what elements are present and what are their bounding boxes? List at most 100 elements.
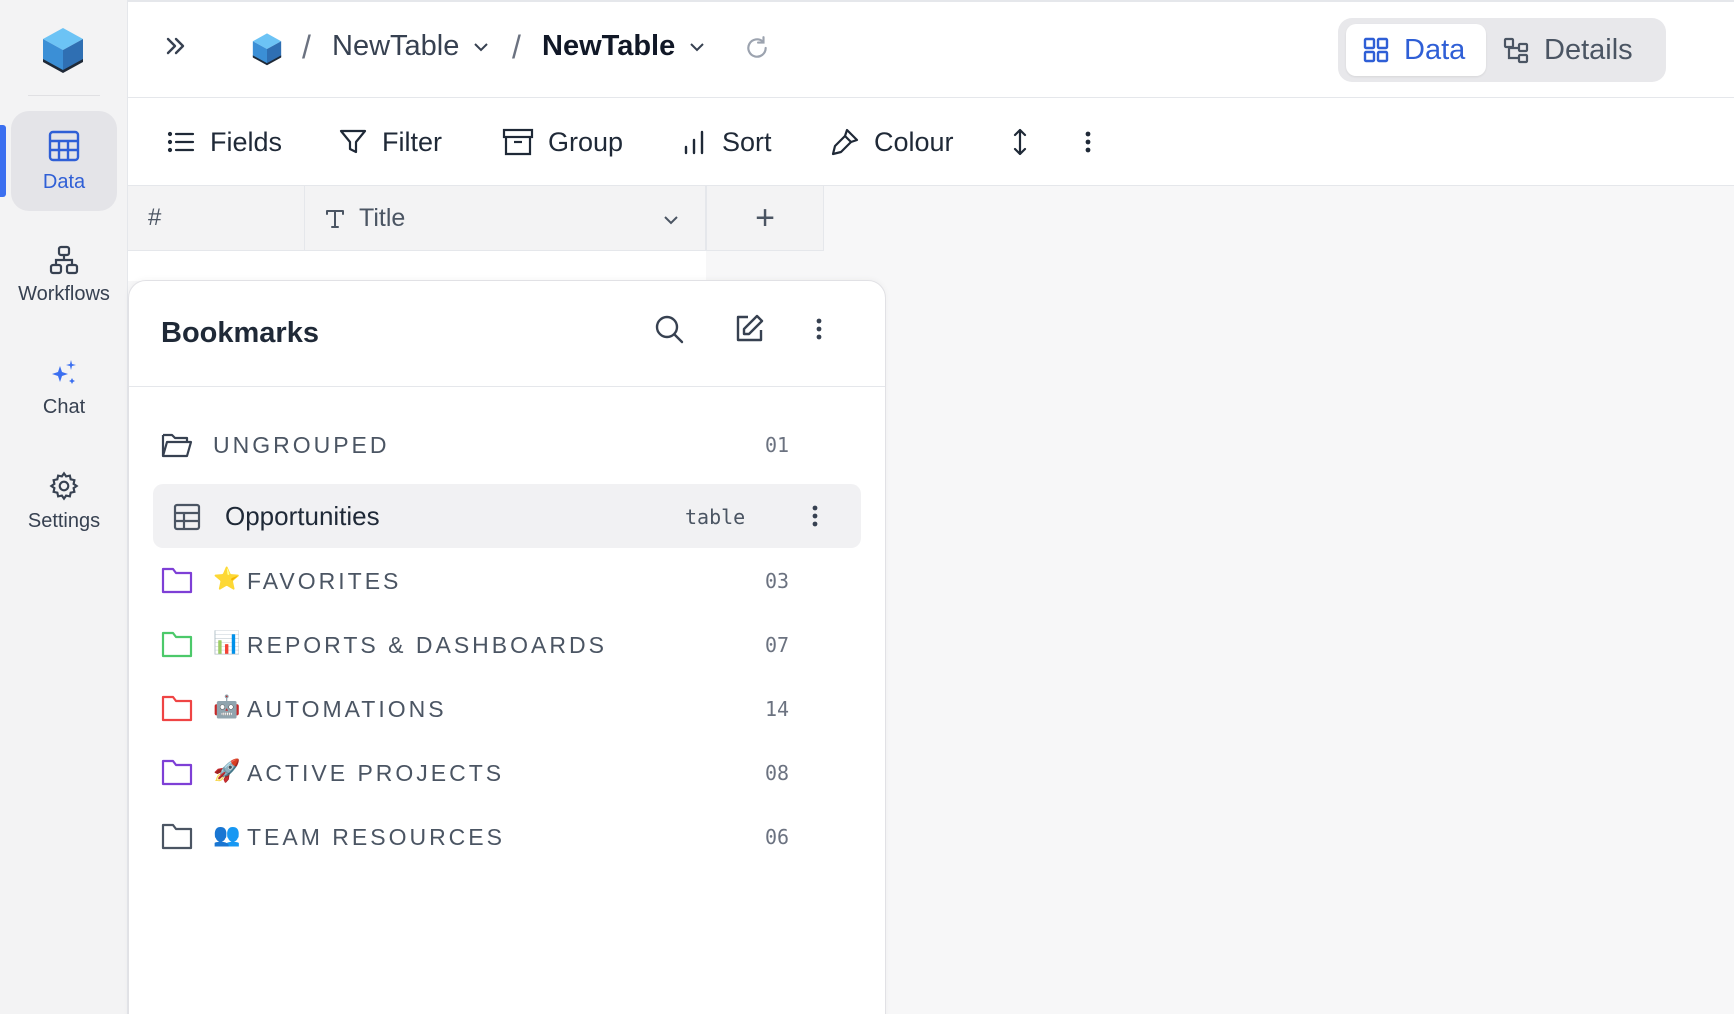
chevron-down-icon[interactable] — [661, 210, 681, 230]
group-label: Group — [548, 126, 624, 157]
folder-icon — [161, 823, 193, 850]
breadcrumb-label: NewTable — [542, 30, 676, 62]
bookmarks-panel: Bookmarks UNGROUPED 01 Opportunities tab… — [128, 280, 886, 1014]
breadcrumb-label: NewTable — [332, 30, 460, 62]
add-column-button[interactable]: + — [706, 186, 824, 251]
refresh-button[interactable] — [744, 35, 770, 61]
bookmark-group-count: 07 — [765, 633, 790, 657]
bookmark-group-name: REPORTS & DASHBOARDS — [247, 631, 607, 658]
archive-icon — [502, 128, 534, 156]
sidebar-item-label: Workflows — [18, 282, 110, 305]
details-view-button[interactable]: Details — [1490, 24, 1660, 76]
bookmark-group-count: 14 — [765, 697, 790, 721]
edit-icon — [736, 314, 764, 342]
bookmark-group-team-resources[interactable]: 👥 TEAM RESOURCES 06 — [151, 806, 859, 868]
workspace-logo-icon[interactable] — [250, 32, 284, 66]
data-view-button[interactable]: Data — [1346, 24, 1486, 76]
bookmark-group-name: TEAM RESOURCES — [247, 823, 505, 850]
breadcrumb-separator: / — [302, 29, 311, 65]
rocket-icon: 🚀 — [213, 758, 241, 783]
expand-sidebar-button[interactable] — [162, 32, 190, 60]
row-number-label: # — [148, 204, 162, 231]
people-icon: 👥 — [213, 822, 241, 847]
diagram-icon — [1503, 37, 1529, 64]
paint-brush-icon — [831, 128, 859, 156]
more-vertical-icon[interactable] — [809, 502, 821, 530]
logo-divider — [28, 95, 100, 96]
group-button[interactable]: Group — [502, 118, 623, 166]
sidebar-item-label: Data — [42, 170, 86, 193]
sidebar-item-settings[interactable]: Settings — [11, 451, 117, 551]
fields-label: Fields — [210, 126, 283, 157]
sort-button[interactable]: Sort — [682, 118, 772, 166]
app-logo[interactable] — [39, 26, 87, 74]
text-type-icon — [326, 210, 344, 228]
search-button[interactable] — [653, 313, 685, 350]
breadcrumb-table[interactable]: NewTable — [542, 30, 707, 63]
sidebar: Data Workflows Chat Settings — [0, 0, 128, 1014]
view-toggle: Data Details — [1338, 18, 1666, 82]
bookmark-group-favorites[interactable]: ⭐ FAVORITES 03 — [151, 550, 859, 612]
sort-label: Sort — [722, 126, 772, 157]
gear-icon — [49, 470, 79, 501]
robot-icon: 🤖 — [213, 694, 241, 719]
search-icon — [655, 315, 684, 344]
bar-chart-icon: 📊 — [213, 630, 241, 655]
bookmark-group-name: AUTOMATIONS — [247, 695, 447, 722]
filter-icon — [339, 129, 367, 154]
bar-chart-icon — [684, 130, 704, 155]
colour-button[interactable]: Colour — [830, 118, 954, 166]
filter-button[interactable]: Filter — [338, 118, 442, 166]
table-icon — [173, 503, 201, 531]
bookmark-group-ungrouped[interactable]: UNGROUPED 01 — [151, 414, 859, 476]
more-vertical-icon — [1085, 131, 1091, 153]
folder-open-icon — [161, 433, 193, 458]
bookmark-group-reports[interactable]: 📊 REPORTS & DASHBOARDS 07 — [151, 614, 859, 676]
column-header-title[interactable]: Title — [305, 186, 706, 251]
bookmark-group-count: 06 — [765, 825, 790, 849]
chevron-down-icon — [690, 42, 704, 51]
table-grid-icon — [48, 130, 80, 161]
sidebar-item-chat[interactable]: Chat — [11, 338, 117, 438]
panel-more-button[interactable] — [813, 313, 825, 350]
more-vertical-icon — [816, 318, 822, 340]
breadcrumb-database[interactable]: NewTable — [332, 30, 491, 63]
folder-icon — [161, 631, 193, 658]
fields-button[interactable]: Fields — [166, 118, 282, 166]
data-view-label: Data — [1404, 33, 1466, 66]
edit-button[interactable] — [733, 313, 765, 350]
bookmark-group-name: ACTIVE PROJECTS — [247, 759, 505, 786]
sidebar-item-label: Settings — [27, 509, 101, 532]
bookmark-group-automations[interactable]: 🤖 AUTOMATIONS 14 — [151, 678, 859, 740]
filter-label: Filter — [382, 126, 442, 157]
bookmarks-header: Bookmarks — [129, 281, 885, 387]
sidebar-item-label: Chat — [42, 395, 86, 418]
sidebar-item-data[interactable]: Data — [11, 111, 117, 211]
folder-icon — [161, 567, 193, 594]
bookmarks-title: Bookmarks — [161, 317, 319, 349]
breadcrumb-separator: / — [512, 29, 521, 65]
more-options-button[interactable] — [1082, 118, 1108, 166]
bookmark-item-name: Opportunities — [225, 501, 380, 531]
sparkles-icon — [52, 359, 76, 384]
bookmark-group-active-projects[interactable]: 🚀 ACTIVE PROJECTS 08 — [151, 742, 859, 804]
folder-icon — [161, 759, 193, 786]
bookmark-item-opportunities[interactable]: Opportunities table — [153, 484, 861, 548]
bookmark-item-type: table — [685, 505, 746, 529]
chevron-down-icon — [474, 42, 489, 51]
bookmark-group-count: 01 — [765, 433, 790, 457]
colour-label: Colour — [874, 126, 954, 157]
top-bar: / NewTable / NewTable Data Details — [128, 0, 1734, 98]
bookmark-group-name: FAVORITES — [247, 567, 402, 594]
bookmark-group-count: 03 — [765, 569, 790, 593]
sidebar-item-workflows[interactable]: Workflows — [11, 225, 117, 325]
row-height-button[interactable] — [1010, 118, 1044, 166]
star-icon: ⭐ — [213, 566, 241, 591]
table-toolbar: Fields Filter Group Sort Colour — [128, 98, 1734, 186]
folder-icon — [161, 695, 193, 722]
list-icon — [167, 131, 195, 153]
active-indicator — [0, 125, 6, 197]
bookmark-group-name: UNGROUPED — [213, 431, 390, 458]
chevrons-right-icon — [166, 37, 185, 55]
table-row — [128, 251, 706, 281]
